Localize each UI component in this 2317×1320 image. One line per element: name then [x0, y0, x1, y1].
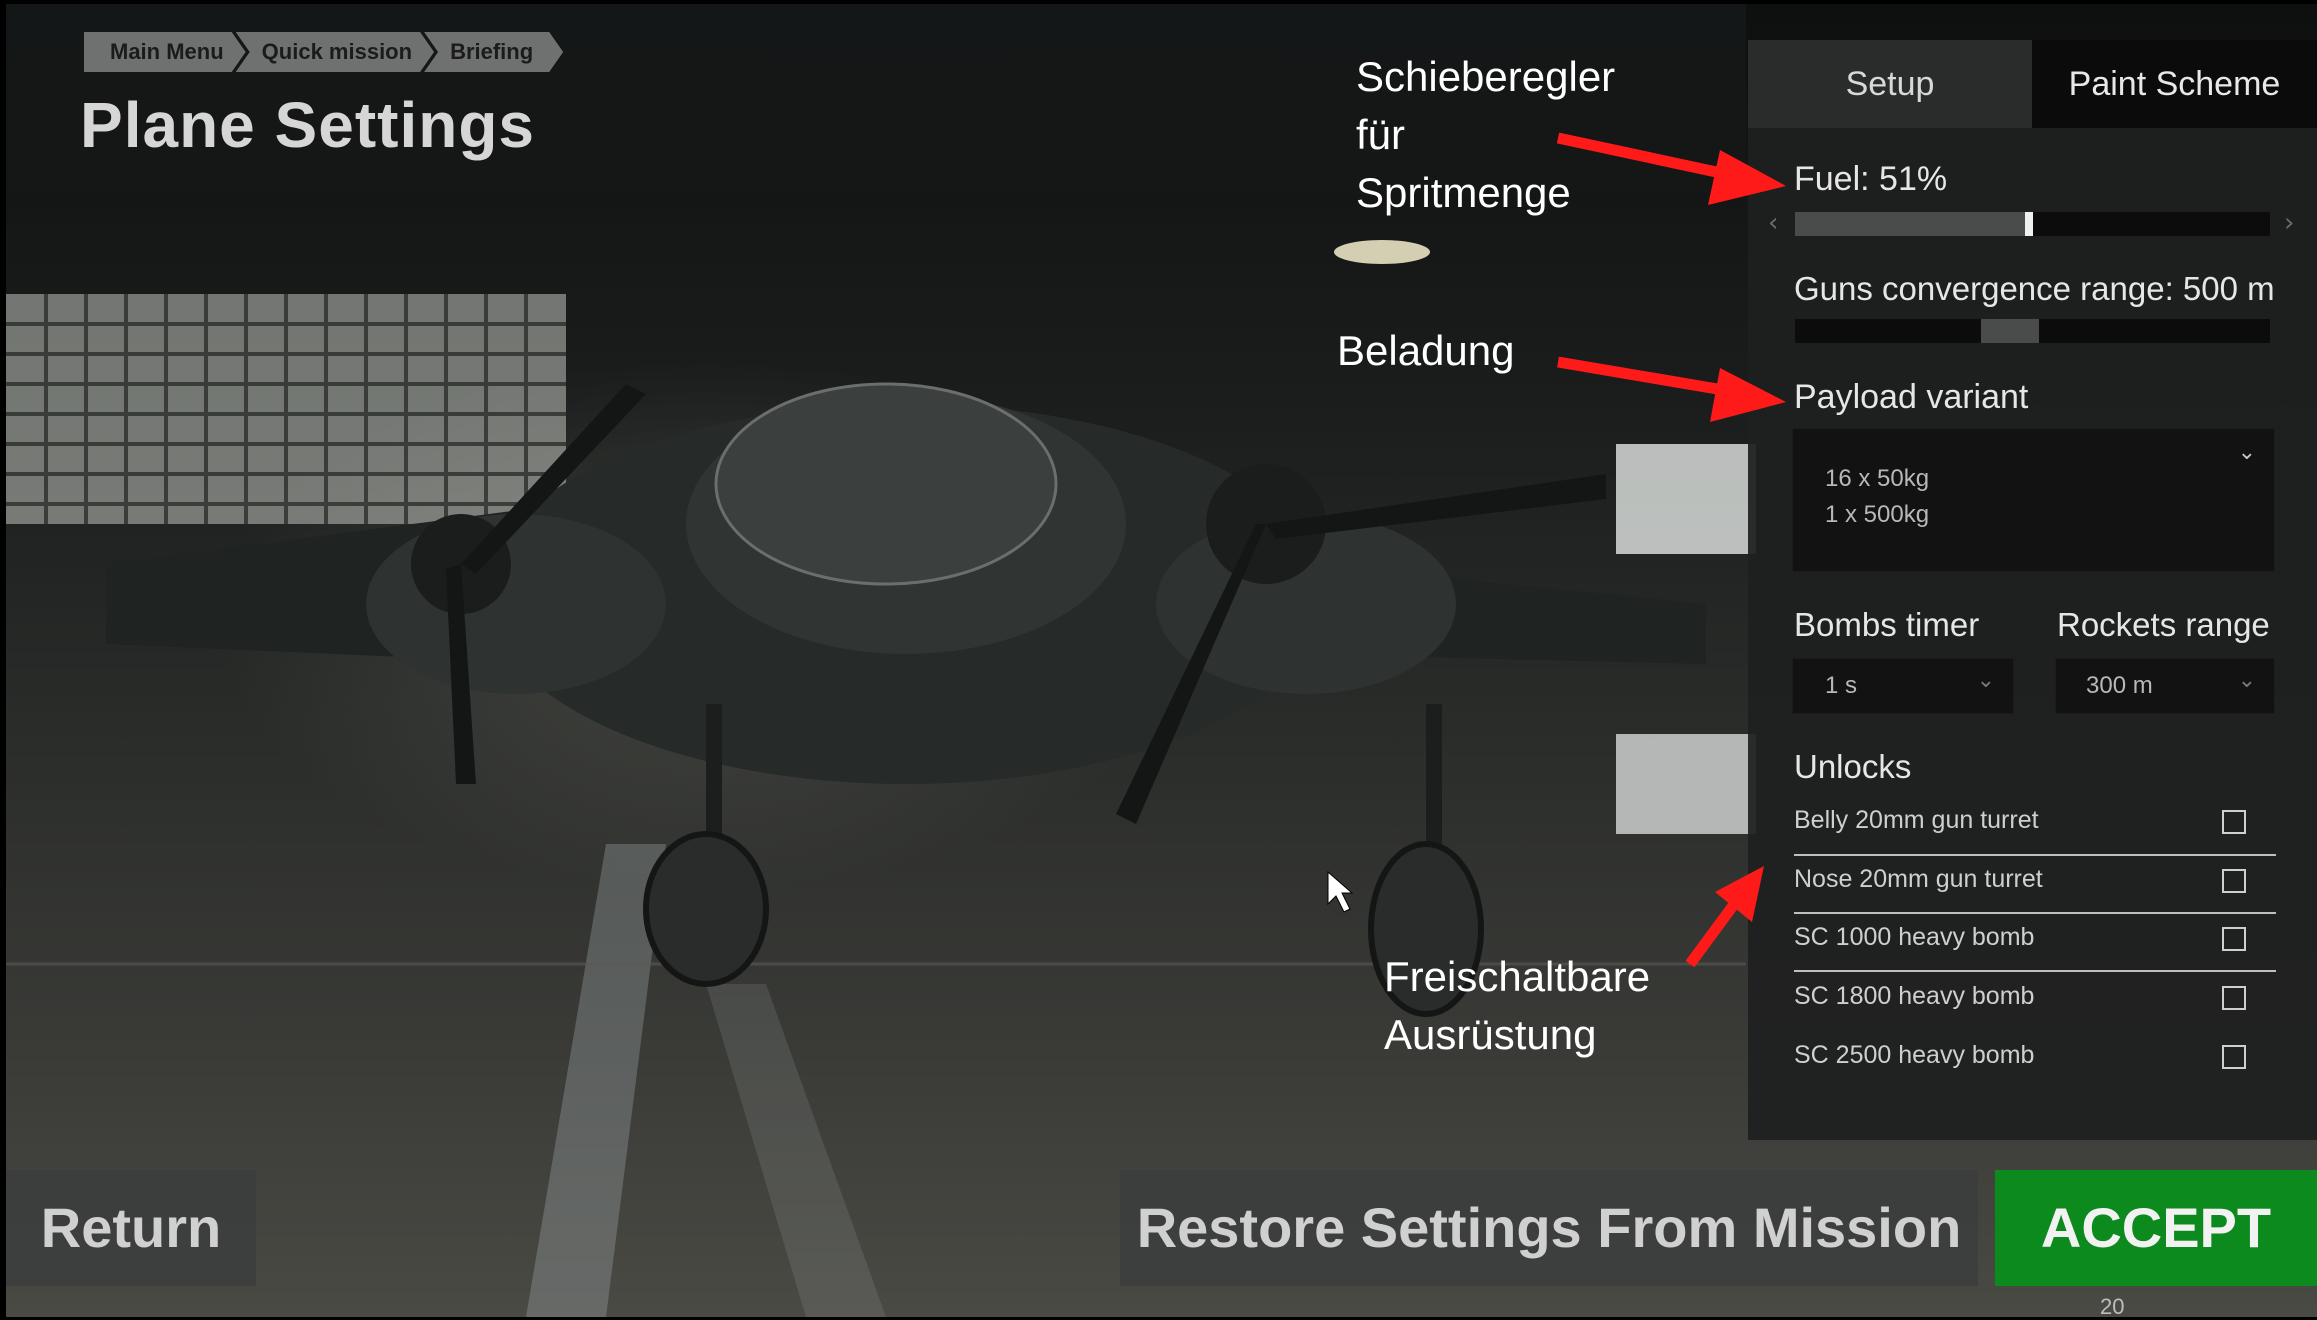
chevron-down-icon: ⌄ — [2237, 667, 2256, 692]
unlock-name: SC 1800 heavy bomb — [1794, 982, 2035, 1010]
return-button[interactable]: Return — [6, 1170, 256, 1286]
payload-line-1: 16 x 50kg — [1825, 465, 1930, 492]
bombs-timer-label: Bombs timer — [1794, 606, 1980, 643]
unlock-row-sc1000[interactable]: SC 1000 heavy bomb — [1794, 913, 2276, 969]
fuel-label: Fuel: 51% — [1794, 160, 1948, 198]
unlock-name: Belly 20mm gun turret — [1794, 806, 2039, 834]
unlock-row-nose-turret[interactable]: Nose 20mm gun turret — [1794, 855, 2276, 911]
unlock-row-belly-turret[interactable]: Belly 20mm gun turret — [1794, 796, 2276, 852]
unlocks-label: Unlocks — [1794, 748, 1912, 785]
guns-convergence-slider[interactable] — [1795, 319, 2270, 343]
payload-dropdown[interactable]: 16 x 50kg 1 x 500kg ⌄ — [1792, 428, 2275, 572]
fuel-slider[interactable] — [1795, 212, 2270, 236]
page-title: Plane Settings — [80, 89, 535, 161]
fuel-slider-fill — [1795, 212, 2026, 236]
unlock-name: SC 2500 heavy bomb — [1794, 1041, 2035, 1069]
bombs-timer-value: 1 s — [1825, 672, 1858, 699]
unlock-checkbox[interactable] — [2222, 869, 2246, 893]
annotation-payload: Beladung — [1337, 327, 1515, 374]
fuel-increase-icon[interactable]: › — [2284, 208, 2294, 238]
rockets-range-label: Rockets range — [2057, 606, 2270, 643]
rockets-range-value: 300 m — [2086, 672, 2153, 699]
accept-button[interactable]: ACCEPT — [1995, 1170, 2317, 1286]
unlock-name: SC 1000 heavy bomb — [1794, 923, 2035, 951]
unlock-checkbox[interactable] — [2222, 1045, 2246, 1069]
annotation-slider: Schieberegler für Spritmenge — [1356, 53, 1616, 216]
tab-paint-scheme[interactable]: Paint Scheme — [2032, 40, 2317, 128]
bombs-timer-select[interactable]: 1 s ⌄ — [1792, 658, 2014, 714]
settings-tabs: Setup Paint Scheme — [1748, 40, 2317, 128]
fuel-decrease-icon[interactable]: ‹ — [1768, 208, 1778, 238]
page-number: 20 — [2100, 1294, 2125, 1319]
chevron-down-icon: ⌄ — [2237, 439, 2256, 464]
fuel-slider-thumb[interactable] — [2025, 212, 2034, 236]
unlock-checkbox[interactable] — [2222, 986, 2246, 1010]
payload-line-2: 1 x 500kg — [1825, 501, 1930, 528]
breadcrumb-quick-mission[interactable]: Quick mission — [236, 32, 434, 72]
unlock-row-sc1800[interactable]: SC 1800 heavy bomb — [1794, 972, 2276, 1028]
guns-slider-thumb[interactable] — [1980, 319, 2039, 343]
restore-settings-button[interactable]: Restore Settings From Mission — [1120, 1170, 1978, 1286]
unlock-name: Nose 20mm gun turret — [1794, 865, 2043, 893]
unlock-row-sc2500[interactable]: SC 2500 heavy bomb — [1794, 1031, 2276, 1087]
breadcrumb: Main Menu Quick mission Briefing — [84, 32, 553, 72]
breadcrumb-main-menu[interactable]: Main Menu — [84, 32, 246, 72]
unlock-checkbox[interactable] — [2222, 927, 2246, 951]
rockets-range-select[interactable]: 300 m ⌄ — [2055, 658, 2275, 714]
guns-convergence-label: Guns convergence range: 500 m — [1794, 270, 2275, 307]
chevron-down-icon: ⌄ — [1976, 667, 1995, 692]
tab-setup[interactable]: Setup — [1748, 40, 2032, 128]
payload-label: Payload variant — [1794, 378, 2029, 416]
breadcrumb-briefing[interactable]: Briefing — [424, 32, 563, 72]
annotation-unlocks: Freischaltbare Ausrüstung — [1384, 953, 1651, 1058]
unlock-checkbox[interactable] — [2222, 810, 2246, 834]
